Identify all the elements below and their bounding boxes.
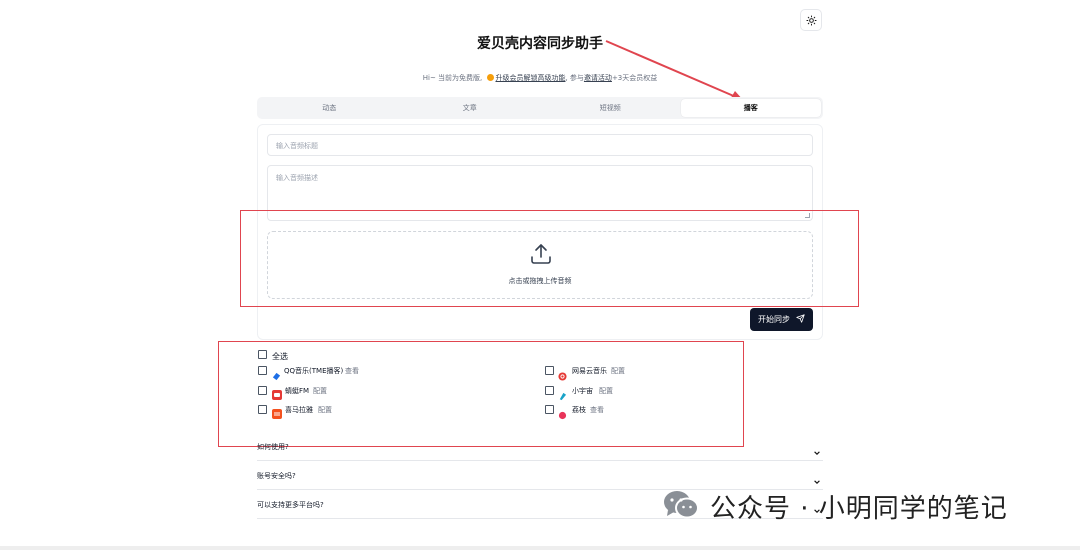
platform-name-lizhi: 荔枝 <box>572 406 586 414</box>
faq-question: 如何使用? <box>257 443 289 451</box>
wechat-watermark: 公众号 · 小明同学的笔记 <box>662 488 1008 525</box>
xiaoyuzhou-icon <box>558 386 567 401</box>
plan-notice-prefix: Hi~ 当前为免费版, <box>422 74 485 82</box>
start-sync-button[interactable]: 开始同步 <box>750 308 813 331</box>
plan-notice-middle: , 参与 <box>565 74 584 82</box>
theme-toggle-button[interactable] <box>800 9 822 31</box>
watermark-text: 公众号 · 小明同学的笔记 <box>710 494 1008 524</box>
platform-action-qingting-fm[interactable]: 配置 <box>313 386 327 396</box>
platform-name-qingting-fm: 蜻蜓FM <box>285 387 310 395</box>
faq-question: 账号安全吗? <box>257 472 296 480</box>
plan-notice: Hi~ 当前为免费版, 升级会员解锁高级功能, 参与邀请活动+3天会员权益 <box>0 73 1080 83</box>
faq-question: 可以支持更多平台吗? <box>257 501 324 509</box>
plan-notice-suffix: +3天会员权益 <box>611 74 658 82</box>
tab-dynamic[interactable]: 动态 <box>259 99 400 117</box>
select-all-label: 全选 <box>272 352 288 361</box>
platform-action-netease-music[interactable]: 配置 <box>611 366 625 376</box>
netease-music-icon <box>558 366 567 381</box>
audio-title-input[interactable]: 输入音频标题 <box>267 134 813 156</box>
platform-checkbox-ximalaya[interactable] <box>258 405 267 414</box>
annotation-box-upload <box>240 210 859 307</box>
window-bottom-border <box>0 546 1080 550</box>
page-title: 爱贝壳内容同步助手 <box>477 36 603 52</box>
page: 爱贝壳内容同步助手 Hi~ 当前为免费版, 升级会员解锁高级功能, 参与邀请活动… <box>0 0 1080 550</box>
platform-action-xiaoyuzhou[interactable]: 配置 <box>599 386 613 396</box>
platform-checkbox-xiaoyuzhou[interactable] <box>545 386 554 395</box>
platform-name-ximalaya: 喜马拉雅 <box>285 406 313 414</box>
qingting-fm-icon <box>272 385 282 400</box>
sun-icon <box>805 11 817 30</box>
qq-music-icon <box>272 366 281 381</box>
platform-name-qq-music: QQ音乐(TME播客) <box>284 367 344 375</box>
audio-description-placeholder: 输入音频描述 <box>276 174 318 182</box>
platform-name-xiaoyuzhou: 小宇宙 <box>572 387 593 395</box>
chevron-down-icon <box>813 442 821 461</box>
platform-action-lizhi[interactable]: 查看 <box>590 405 604 415</box>
platform-checkbox-qingting-fm[interactable] <box>258 386 267 395</box>
platform-action-qq-music[interactable]: 查看 <box>345 366 359 376</box>
wechat-icon <box>662 489 700 525</box>
platform-action-ximalaya[interactable]: 配置 <box>318 405 332 415</box>
start-sync-label: 开始同步 <box>758 315 790 324</box>
faq-item-account-safety[interactable]: 账号安全吗? <box>257 461 823 490</box>
faq-item-how-to-use[interactable]: 如何使用? <box>257 432 823 461</box>
tab-article[interactable]: 文章 <box>400 99 541 117</box>
crown-icon <box>487 74 495 81</box>
ximalaya-icon <box>272 404 282 419</box>
platform-name-netease-music: 网易云音乐 <box>572 367 607 375</box>
upgrade-link[interactable]: 升级会员解锁高级功能 <box>495 74 565 82</box>
platform-checkbox-lizhi[interactable] <box>545 405 554 414</box>
tab-short-video[interactable]: 短视频 <box>540 99 681 117</box>
select-all-checkbox[interactable] <box>258 350 267 359</box>
content-type-tabs: 动态 文章 短视频 播客 <box>257 97 823 119</box>
tab-podcast[interactable]: 播客 <box>680 99 821 117</box>
platform-checkbox-netease-music[interactable] <box>545 366 554 375</box>
invite-link[interactable]: 邀请活动 <box>584 74 612 82</box>
send-icon <box>796 314 805 325</box>
lizhi-icon <box>558 405 567 420</box>
platform-checkbox-qq-music[interactable] <box>258 366 267 375</box>
